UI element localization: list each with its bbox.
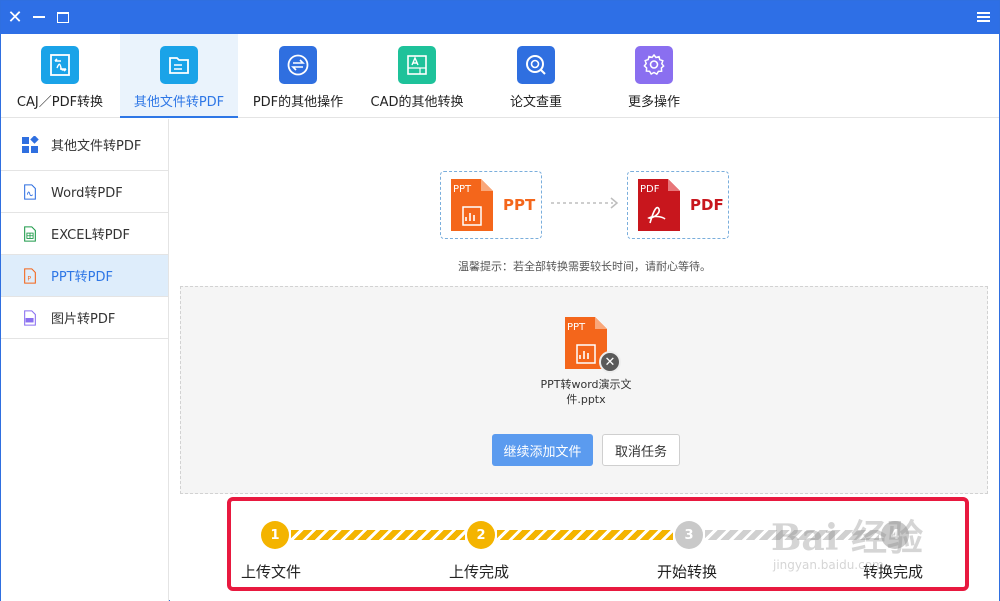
tab-caj-pdf[interactable]: CAJ／PDF转换 [1,34,119,118]
target-format-box: PDF PDF [627,171,729,239]
search-check-icon [517,46,555,84]
title-bar: ✕ [1,1,999,34]
sidebar-item-image[interactable]: 图片转PDF [1,297,168,339]
sidebar-item-label: EXCEL转PDF [51,228,131,243]
tip-text: 温馨提示：若全部转换需要较长时间，请耐心等待。 [458,260,711,273]
svg-text:PPT: PPT [567,322,586,333]
step-1-circle: 1 [261,521,289,549]
file-name: PPT转word演示文件.pptx [540,378,632,406]
progress-segment-1 [291,530,465,540]
pdf-large-icon: PDF [638,179,680,231]
sidebar-item-label: Word转PDF [51,186,123,201]
sidebar-item-excel[interactable]: EXCEL转PDF [1,213,168,255]
progress-steps: 1 2 3 4 上传文件 上传完成 开始转换 转换完成 [227,497,969,591]
tab-label: 论文查重 [509,95,562,110]
source-format-box: PPT PPT [440,171,542,239]
pdf-file-icon [21,183,39,201]
svg-text:PDF: PDF [640,184,660,195]
step-3-label: 开始转换 [657,563,718,581]
gear-icon [635,46,673,84]
sidebar-item-label: PPT转PDF [51,270,113,285]
file-drop-area[interactable]: PPT ✕ PPT转word演示文件.pptx 继续添加文件 取消任务 [180,286,988,494]
cad-icon [398,46,436,84]
step-4-circle: 4 [881,521,909,549]
grid-icon [21,135,39,154]
tab-label: 更多操作 [627,95,680,110]
tab-cad-other[interactable]: CAD的其他转换 [358,34,476,118]
tab-label: PDF的其他操作 [252,95,344,110]
menu-icon[interactable] [971,5,995,29]
caj-pdf-icon [41,46,79,84]
ppt-large-icon: PPT [451,179,493,231]
step-1-label: 上传文件 [241,563,302,581]
target-format-label: PDF [690,196,724,214]
app-window: ✕ CAJ／PDF转换 其他文件转PDF PDF的其他操作 CAD的其他转换 论… [0,0,1000,601]
swap-circle-icon [279,46,317,84]
minimize-icon[interactable] [27,5,51,29]
remove-file-icon[interactable]: ✕ [599,351,621,373]
step-3-circle: 3 [675,521,703,549]
source-format-label: PPT [503,196,536,214]
tab-other-to-pdf[interactable]: 其他文件转PDF [120,34,238,118]
step-4-label: 转换完成 [863,563,924,581]
sidebar-item-label: 其他文件转PDF [51,139,142,154]
tab-thesis-check[interactable]: 论文查重 [477,34,595,118]
main-toolbar: CAJ／PDF转换 其他文件转PDF PDF的其他操作 CAD的其他转换 论文查… [1,34,999,118]
ppt-file-icon: P [21,267,39,285]
excel-file-icon [21,225,39,243]
progress-segment-3 [705,530,879,540]
add-file-button[interactable]: 继续添加文件 [492,434,593,466]
folder-icon [160,46,198,84]
sidebar-item-other-to-pdf[interactable]: 其他文件转PDF [1,119,168,171]
main-panel: PPT PPT PDF PDF 温馨提示：若全部转换需要较长时间，请耐心等待。 [170,119,999,601]
close-icon[interactable]: ✕ [3,5,27,29]
tab-pdf-other[interactable]: PDF的其他操作 [239,34,357,118]
sidebar-item-label: 图片转PDF [51,312,116,327]
sidebar: 其他文件转PDF Word转PDF EXCEL转PDF P PPT转PDF 图片… [1,119,169,601]
arrow-right-icon [551,197,619,209]
tab-more[interactable]: 更多操作 [595,34,713,118]
tab-label: CAJ／PDF转换 [16,95,104,110]
sidebar-item-ppt[interactable]: P PPT转PDF [1,255,168,297]
step-2-label: 上传完成 [449,563,510,581]
jpg-file-icon [21,309,39,327]
cancel-task-button[interactable]: 取消任务 [602,434,680,466]
tab-label: 其他文件转PDF [133,95,225,110]
maximize-icon[interactable] [51,5,75,29]
step-2-circle: 2 [467,521,495,549]
tab-label: CAD的其他转换 [370,95,464,110]
svg-text:P: P [27,275,31,282]
progress-segment-2 [497,530,673,540]
sidebar-item-word[interactable]: Word转PDF [1,171,168,213]
svg-text:PPT: PPT [453,184,472,195]
